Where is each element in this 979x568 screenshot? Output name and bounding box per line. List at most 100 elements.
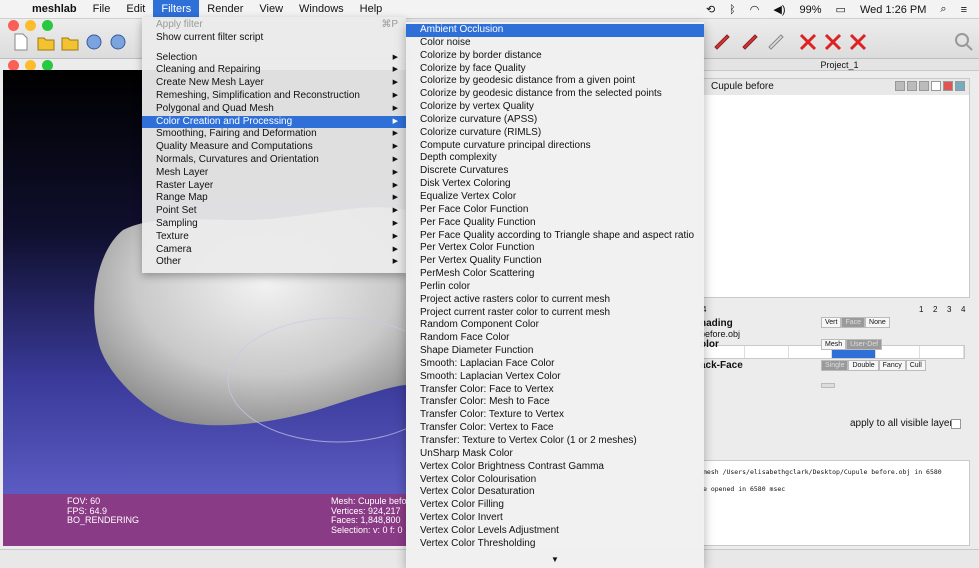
- menu-item-show-filter-script[interactable]: Show current filter script: [142, 32, 406, 45]
- menu-item-sampling[interactable]: Sampling ▶: [142, 218, 406, 231]
- bluetooth-icon[interactable]: ᛒ: [729, 4, 736, 16]
- submenu-item[interactable]: PerMesh Color Scattering: [406, 268, 704, 281]
- submenu-item[interactable]: Project active rasters color to current …: [406, 294, 704, 307]
- submenu-item[interactable]: Depth complexity: [406, 152, 704, 165]
- submenu-item[interactable]: Per Face Quality Function: [406, 217, 704, 230]
- submenu-item[interactable]: Colorize by geodesic distance from the s…: [406, 88, 704, 101]
- menu-item-texture[interactable]: Texture ▶: [142, 231, 406, 244]
- zoom-window-button[interactable]: [42, 20, 53, 31]
- flat-icon[interactable]: [931, 81, 941, 91]
- visibility-icon[interactable]: [895, 81, 905, 91]
- import-mesh-icon[interactable]: [60, 32, 80, 52]
- submenu-item[interactable]: Colorize by face Quality: [406, 63, 704, 76]
- submenu-item[interactable]: Colorize curvature (APSS): [406, 114, 704, 127]
- submenu-item[interactable]: Color noise: [406, 37, 704, 50]
- time-machine-icon[interactable]: ⟲: [706, 3, 715, 16]
- submenu-item[interactable]: Vertex Color Brightness Contrast Gamma: [406, 461, 704, 474]
- submenu-item[interactable]: Project current raster color to current …: [406, 307, 704, 320]
- points-icon[interactable]: [919, 81, 929, 91]
- backface-cull-button[interactable]: Cull: [905, 360, 926, 371]
- reload-all-icon[interactable]: [108, 32, 128, 52]
- submenu-item[interactable]: Disk Vertex Coloring: [406, 178, 704, 191]
- submenu-item[interactable]: Random Face Color: [406, 332, 704, 345]
- minimize-window-button[interactable]: [25, 20, 36, 31]
- submenu-item[interactable]: Transfer Color: Mesh to Face: [406, 396, 704, 409]
- color-mesh-button[interactable]: Mesh: [821, 339, 847, 350]
- menu-item-color-creation-and-processing[interactable]: Color Creation and Processing ▶: [142, 115, 406, 129]
- submenu-item[interactable]: Discrete Curvatures: [406, 165, 704, 178]
- submenu-item[interactable]: Colorize by geodesic distance from a giv…: [406, 75, 704, 88]
- menu-help[interactable]: Help: [352, 0, 391, 19]
- page-3[interactable]: 3: [947, 305, 951, 314]
- submenu-item[interactable]: Transfer Color: Face to Vertex: [406, 384, 704, 397]
- extra-toggle[interactable]: [821, 383, 835, 388]
- submenu-item[interactable]: Vertex Color Filling: [406, 499, 704, 512]
- apply-all-checkbox[interactable]: [951, 419, 961, 429]
- submenu-item[interactable]: Per Vertex Color Function: [406, 242, 704, 255]
- menu-view[interactable]: View: [251, 0, 291, 19]
- menu-item-range-map[interactable]: Range Map ▶: [142, 192, 406, 205]
- submenu-item[interactable]: Per Vertex Quality Function: [406, 255, 704, 268]
- battery-icon[interactable]: ▭: [836, 3, 846, 16]
- smooth-icon[interactable]: [943, 81, 953, 91]
- submenu-item[interactable]: Vertex Color Levels Adjustment: [406, 525, 704, 538]
- submenu-item[interactable]: Shape Diameter Function: [406, 345, 704, 358]
- submenu-item[interactable]: Transfer Color: Vertex to Face: [406, 422, 704, 435]
- submenu-item[interactable]: Colorize curvature (RIMLS): [406, 127, 704, 140]
- paint-select-icon[interactable]: [712, 32, 732, 52]
- delete-faces-icon[interactable]: [798, 32, 818, 52]
- menu-edit[interactable]: Edit: [118, 0, 153, 19]
- select-faces-icon[interactable]: [740, 32, 760, 52]
- backface-double-button[interactable]: Double: [848, 360, 879, 371]
- menu-item-polygonal-and-quad-mesh[interactable]: Polygonal and Quad Mesh ▶: [142, 103, 406, 116]
- menu-item-cleaning-and-repairing[interactable]: Cleaning and Repairing ▶: [142, 64, 406, 77]
- page-2[interactable]: 2: [933, 305, 937, 314]
- tab-quad[interactable]: [920, 346, 964, 358]
- select-vertices-icon[interactable]: [766, 32, 786, 52]
- menu-item-other[interactable]: Other ▶: [142, 256, 406, 269]
- menu-item-normals-curvatures-and-orientation[interactable]: Normals, Curvatures and Orientation ▶: [142, 154, 406, 167]
- submenu-item[interactable]: Transfer: Texture to Vertex Color (1 or …: [406, 435, 704, 448]
- layer-row[interactable]: Cupule before: [701, 79, 969, 95]
- shading-face-button[interactable]: Face: [841, 317, 866, 328]
- wifi-icon[interactable]: ◠: [750, 3, 760, 16]
- texture-icon[interactable]: [955, 81, 965, 91]
- delete-selected-icon[interactable]: [848, 32, 868, 52]
- backface-fancy-button[interactable]: Fancy: [878, 360, 906, 371]
- open-project-icon[interactable]: [36, 32, 56, 52]
- submenu-item[interactable]: Compute curvature principal directions: [406, 140, 704, 153]
- list-icon[interactable]: ≡: [961, 4, 967, 16]
- submenu-item[interactable]: Perlin color: [406, 281, 704, 294]
- submenu-item[interactable]: UnSharp Mask Color: [406, 448, 704, 461]
- close-window-button[interactable]: [8, 20, 19, 31]
- reload-icon[interactable]: [84, 32, 104, 52]
- submenu-item[interactable]: Vertex Color Thresholding: [406, 538, 704, 551]
- menu-item-smoothing-fairing-and-deformation[interactable]: Smoothing, Fairing and Deformation ▶: [142, 128, 406, 141]
- shading-vert-button[interactable]: Vert: [821, 317, 842, 328]
- wireframe-icon[interactable]: [907, 81, 917, 91]
- menu-item-point-set[interactable]: Point Set ▶: [142, 205, 406, 218]
- apple-icon[interactable]: [0, 0, 24, 19]
- submenu-item[interactable]: Smooth: Laplacian Face Color: [406, 358, 704, 371]
- menu-item-create-new-mesh-layer[interactable]: Create New Mesh Layer ▶: [142, 77, 406, 90]
- submenu-item[interactable]: Per Face Quality according to Triangle s…: [406, 230, 704, 243]
- delete-vertices-icon[interactable]: [823, 32, 843, 52]
- menu-render[interactable]: Render: [199, 0, 251, 19]
- menu-item-selection[interactable]: Selection ▶: [142, 52, 406, 65]
- search-filter-icon[interactable]: [954, 32, 974, 52]
- submenu-item[interactable]: Per Face Color Function: [406, 204, 704, 217]
- submenu-item[interactable]: Colorize by border distance: [406, 50, 704, 63]
- menu-item-remeshing-simplification-and-reconstruction[interactable]: Remeshing, Simplification and Reconstruc…: [142, 90, 406, 103]
- volume-icon[interactable]: ◀): [773, 3, 785, 16]
- page-1[interactable]: 1: [919, 305, 923, 314]
- new-project-icon[interactable]: [11, 32, 31, 52]
- tab-texture[interactable]: [876, 346, 921, 358]
- menu-windows[interactable]: Windows: [291, 0, 352, 19]
- menu-file[interactable]: File: [85, 0, 119, 19]
- clock[interactable]: Wed 1:26 PM: [860, 4, 926, 16]
- submenu-item[interactable]: Vertex Color Colourisation: [406, 474, 704, 487]
- page-4[interactable]: 4: [961, 305, 965, 314]
- menu-item-mesh-layer[interactable]: Mesh Layer ▶: [142, 167, 406, 180]
- color-userdef-button[interactable]: User-Def: [846, 339, 883, 350]
- app-menu[interactable]: meshlab: [24, 0, 85, 19]
